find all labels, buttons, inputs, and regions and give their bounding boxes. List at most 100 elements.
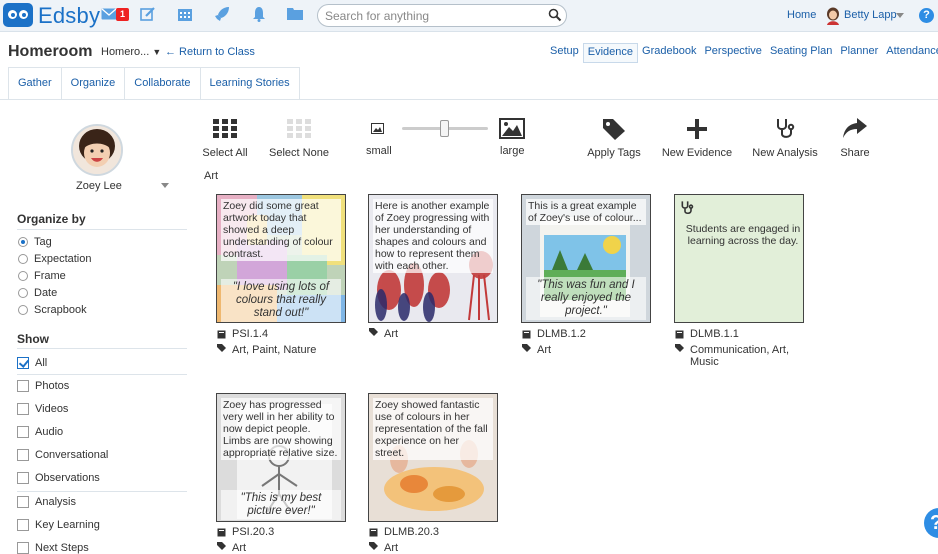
organize-heading: Organize by xyxy=(17,212,86,226)
radio-selected[interactable] xyxy=(18,237,28,247)
new-analysis-button[interactable]: New Analysis xyxy=(751,117,819,159)
checkbox[interactable] xyxy=(17,426,29,438)
top-bar: Edsby 1 Home Betty Lapp ? xyxy=(0,0,938,32)
checkbox[interactable] xyxy=(17,519,29,531)
nav-evidence[interactable]: Evidence xyxy=(582,43,639,63)
group-label: Art xyxy=(204,170,219,182)
card-tags-text: Art, Paint, Nature xyxy=(232,344,317,356)
show-option-audio[interactable]: Audio xyxy=(17,426,63,438)
card-tags: Communication, Art, Music xyxy=(675,344,795,368)
tab-learning-stories[interactable]: Learning Stories xyxy=(201,68,299,99)
radio-label: Tag xyxy=(34,236,52,248)
select-all-button[interactable]: Select All xyxy=(200,117,250,159)
show-option-all[interactable]: All xyxy=(17,357,47,369)
card-quote: "I love using lots of colours that reall… xyxy=(221,279,341,322)
checkbox-checked[interactable] xyxy=(17,357,29,369)
evidence-card[interactable]: This is a great example of Zoey's use of… xyxy=(521,194,651,323)
nav-perspective[interactable]: Perspective xyxy=(700,43,765,63)
show-option-videos[interactable]: Videos xyxy=(17,403,68,415)
card-tags-text: Art xyxy=(537,344,552,356)
select-none-button[interactable]: Select None xyxy=(268,117,330,159)
checkbox[interactable] xyxy=(17,472,29,484)
share-button[interactable]: Share xyxy=(833,117,877,159)
tag-icon xyxy=(522,344,531,352)
evidence-card[interactable]: Here is another example of Zoey progress… xyxy=(368,194,498,323)
bell-icon[interactable] xyxy=(249,6,269,26)
divider xyxy=(0,99,938,100)
search-input[interactable] xyxy=(317,4,567,27)
checkbox[interactable] xyxy=(17,496,29,508)
chevron-down-icon[interactable] xyxy=(896,13,904,18)
card-caption: Zoey did some great artwork today that s… xyxy=(221,199,341,261)
nav-attendance[interactable]: Attendance xyxy=(882,43,938,63)
organize-option-frame[interactable]: Frame xyxy=(18,270,66,282)
tag-icon xyxy=(217,542,226,550)
organize-option-date[interactable]: Date xyxy=(18,287,57,299)
book-icon xyxy=(217,528,226,536)
brand-name[interactable]: Edsby xyxy=(38,3,100,29)
evidence-card[interactable]: Zoey did some great artwork today that s… xyxy=(216,194,346,323)
show-heading: Show xyxy=(17,332,49,346)
rocket-icon[interactable] xyxy=(212,6,232,26)
edsby-logo-icon[interactable] xyxy=(3,3,33,27)
main-nav: Setup Evidence Gradebook Perspective Sea… xyxy=(546,43,938,63)
new-evidence-button[interactable]: New Evidence xyxy=(661,117,733,159)
evidence-card[interactable]: Zoey showed fantastic use of colours in … xyxy=(368,393,498,522)
nav-gradebook[interactable]: Gradebook xyxy=(638,43,700,63)
card-tags: Art xyxy=(369,328,398,340)
show-option-observations[interactable]: Observations xyxy=(17,472,100,484)
show-option-photos[interactable]: Photos xyxy=(17,380,69,392)
radio[interactable] xyxy=(18,254,28,264)
class-select[interactable]: Homero... ▼ xyxy=(101,46,161,58)
nav-seating-plan[interactable]: Seating Plan xyxy=(766,43,836,63)
card-tags-text: Art xyxy=(384,542,399,554)
checkbox[interactable] xyxy=(17,403,29,415)
checkbox-label: Conversational xyxy=(35,449,109,461)
radio[interactable] xyxy=(18,288,28,298)
checkbox[interactable] xyxy=(17,380,29,392)
floating-help-icon[interactable]: ? xyxy=(924,508,938,538)
student-name[interactable]: Zoey Lee xyxy=(76,180,122,192)
share-icon xyxy=(841,117,869,143)
organize-option-scrapbook[interactable]: Scrapbook xyxy=(18,304,87,316)
size-slider-thumb[interactable] xyxy=(440,120,449,137)
show-option-next-steps[interactable]: Next Steps xyxy=(17,542,89,554)
checkbox-label: Key Learning xyxy=(35,519,100,531)
user-avatar[interactable] xyxy=(826,7,840,25)
nav-setup[interactable]: Setup xyxy=(546,43,583,63)
compose-icon[interactable] xyxy=(138,6,158,26)
calendar-icon[interactable] xyxy=(175,6,195,26)
help-icon[interactable]: ? xyxy=(919,8,934,23)
checkbox[interactable] xyxy=(17,542,29,554)
nav-planner[interactable]: Planner xyxy=(836,43,882,63)
mail-badge: 1 xyxy=(116,8,129,21)
search-icon[interactable] xyxy=(548,8,562,22)
large-image-icon xyxy=(499,118,525,142)
radio[interactable] xyxy=(18,305,28,315)
checkbox[interactable] xyxy=(17,449,29,461)
tab-collaborate[interactable]: Collaborate xyxy=(125,68,201,99)
student-chevron-down-icon[interactable] xyxy=(161,183,169,188)
tab-organize[interactable]: Organize xyxy=(62,68,126,99)
show-option-conversational[interactable]: Conversational xyxy=(17,449,108,461)
return-to-class-link[interactable]: ← Return to Class xyxy=(165,46,255,58)
tab-gather[interactable]: Gather xyxy=(9,68,62,99)
folder-icon[interactable] xyxy=(285,6,305,26)
checkbox-label: Next Steps xyxy=(35,542,89,554)
tag-icon xyxy=(675,344,684,352)
user-menu[interactable]: Betty Lapp xyxy=(844,9,897,21)
show-option-key-learning[interactable]: Key Learning xyxy=(17,519,100,531)
evidence-card[interactable]: Zoey has progressed very well in her abi… xyxy=(216,393,346,522)
divider xyxy=(17,374,187,375)
book-icon xyxy=(522,330,531,338)
organize-option-tag[interactable]: Tag xyxy=(18,236,52,248)
tag-icon xyxy=(217,344,226,352)
radio[interactable] xyxy=(18,271,28,281)
apply-tags-button[interactable]: Apply Tags xyxy=(585,117,643,159)
home-link[interactable]: Home xyxy=(787,9,816,21)
show-option-analysis[interactable]: Analysis xyxy=(17,496,76,508)
organize-option-expectation[interactable]: Expectation xyxy=(18,253,91,265)
book-icon xyxy=(217,330,226,338)
card-tags: Art xyxy=(522,344,551,356)
observation-card[interactable]: Students are engaged in learning across … xyxy=(674,194,804,323)
